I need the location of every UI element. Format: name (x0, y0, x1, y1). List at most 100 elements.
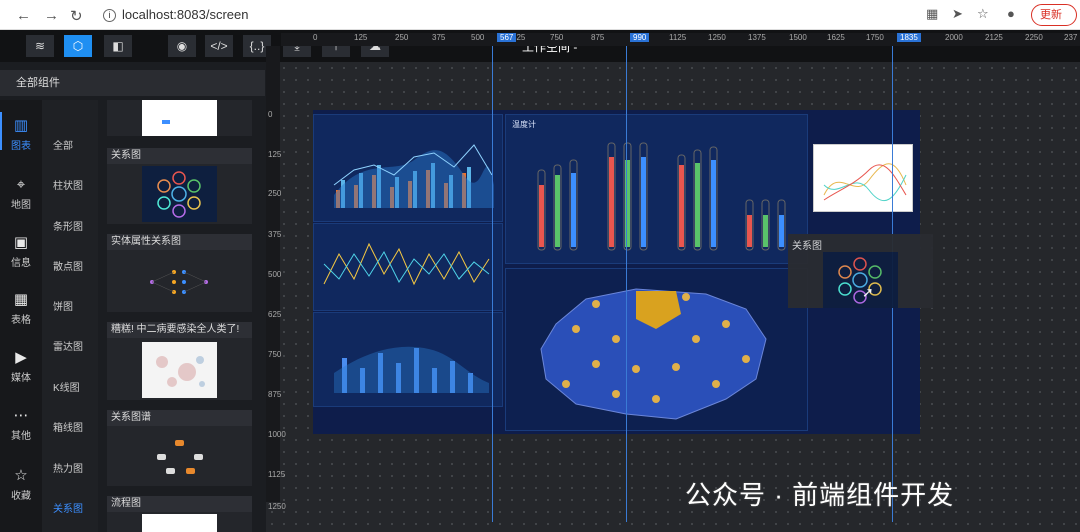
nav-info[interactable]: ▣ 信息 (0, 233, 42, 269)
ruler-tick: 1625 (827, 33, 845, 42)
media-icon: ▶ (15, 349, 27, 366)
component-card-graph[interactable]: 关系图谱 (107, 410, 252, 486)
vertical-guide[interactable] (492, 46, 493, 522)
ruler-tick: 2125 (985, 33, 1003, 42)
ruler-tick: 750 (268, 350, 282, 359)
component-card-relation[interactable]: 关系图 (107, 148, 252, 224)
category-list: 全部 柱状图 条形图 散点图 饼图 雷达图 K线图 箱线图 热力图 关系图 (42, 100, 98, 532)
ruler-tick: 750 (550, 33, 564, 42)
panel-toggle-button[interactable]: ◧ (104, 35, 132, 57)
category-item[interactable]: 箱线图 (53, 419, 83, 434)
components-button[interactable]: ⬡ (64, 35, 92, 57)
npm-thumb (142, 342, 217, 398)
cube-icon: ⬡ (72, 39, 84, 53)
thumb-preview (142, 100, 217, 136)
map-widget[interactable] (505, 268, 808, 431)
horizontal-ruler[interactable]: 0 125 250 375 500 625 750 875 1125 1250 … (281, 33, 1080, 46)
nav-map[interactable]: ⌖ 地图 (0, 176, 42, 211)
guide-marker[interactable]: 990 (630, 33, 650, 42)
nav-favorite[interactable]: ☆ 收藏 (0, 466, 42, 502)
code-button[interactable]: </> (205, 35, 233, 57)
component-card-npm[interactable]: 糟糕! 中二病要感染全人类了! (107, 322, 252, 400)
entity-thumb (150, 270, 208, 294)
component-thumbnails: 关系图 实体属性关系图 糟糕! 中二病要感染全人类了! 关系图谱 流程图 (100, 100, 266, 532)
ruler-tick: 1500 (789, 33, 807, 42)
category-item[interactable]: 雷达图 (53, 338, 83, 353)
layers-button[interactable]: ≋ (26, 35, 54, 57)
update-button[interactable]: 更新 ⋮ (1031, 4, 1077, 41)
info-icon[interactable]: i (103, 9, 116, 22)
nav-label: 地图 (11, 200, 31, 211)
ruler-tick: 1125 (669, 33, 687, 42)
cursor-icon: ➚ (862, 284, 874, 300)
nav-other[interactable]: ⋯ 其他 (0, 406, 42, 442)
multi-line-widget[interactable] (313, 223, 503, 311)
category-item[interactable]: 柱状图 (53, 177, 83, 192)
multi-line-chart (323, 242, 490, 286)
component-card-flow[interactable]: 流程图 (107, 496, 252, 532)
reload-icon[interactable]: ↻ (70, 7, 83, 25)
nav-label: 表格 (11, 315, 31, 326)
icon-nav: ▥ 图表 ⌖ 地图 ▣ 信息 ▦ 表格 ▶ 媒体 ⋯ 其他 ☆ 收藏 (0, 100, 42, 532)
profile-icon[interactable]: ● (1007, 6, 1015, 21)
send-icon[interactable]: ➤ (952, 6, 963, 22)
watermark: 公众号 · 前端组件开发 (685, 480, 955, 510)
category-item[interactable]: 全部 (53, 137, 73, 152)
vertical-ruler[interactable]: 0 125 250 375 500 625 750 875 1000 1125 … (266, 46, 286, 511)
bar-area-widget[interactable] (313, 312, 503, 407)
selected-line-widget[interactable] (813, 144, 913, 212)
drag-preview[interactable]: 关系图 ➚ (788, 234, 933, 308)
ruler-tick: 375 (268, 230, 282, 239)
ruler-tick: 1250 (268, 502, 286, 511)
ruler-tick: 1250 (708, 33, 726, 42)
bar-line-widget[interactable] (313, 114, 503, 222)
component-card[interactable] (107, 100, 252, 136)
ruler-tick: 1375 (748, 33, 766, 42)
translate-icon[interactable]: ▦ (926, 6, 938, 22)
preview-button[interactable]: ◉ (168, 35, 196, 57)
guide-marker[interactable]: 1835 (897, 33, 921, 42)
star-icon[interactable]: ☆ (977, 6, 989, 22)
panel-icon: ◧ (112, 39, 124, 53)
ruler-tick: 1000 (268, 430, 286, 439)
thermometer-widget[interactable]: 温度计 (505, 114, 808, 264)
ruler-tick: 125 (268, 150, 282, 159)
thumb-preview (142, 514, 217, 532)
ruler-tick: 0 (313, 33, 318, 42)
star-icon: ☆ (14, 467, 28, 484)
nav-label: 其他 (11, 431, 31, 442)
category-item[interactable]: 饼图 (53, 298, 73, 313)
category-item[interactable]: K线图 (53, 379, 80, 394)
category-item[interactable]: 热力图 (53, 460, 83, 475)
ruler-tick: 1750 (866, 33, 884, 42)
vertical-guide[interactable] (626, 46, 627, 522)
eye-icon: ◉ (176, 39, 188, 53)
bar-line-chart (333, 144, 494, 208)
bar-area-chart (334, 346, 489, 393)
address-bar[interactable]: i localhost:8083/screen (103, 7, 248, 22)
code-icon: </> (210, 39, 228, 53)
braces-icon: {..} (249, 39, 265, 53)
guide-marker[interactable]: 567 (497, 33, 517, 42)
update-label: 更新 (1040, 9, 1062, 21)
category-item[interactable]: 散点图 (53, 258, 83, 273)
nav-table[interactable]: ▦ 表格 (0, 290, 42, 326)
ruler-tick: 0 (268, 110, 273, 119)
ruler-tick: 1125 (268, 470, 286, 479)
nav-label: 媒体 (11, 373, 31, 384)
table-icon: ▦ (13, 291, 29, 308)
back-icon[interactable]: ← (16, 7, 31, 24)
ruler-tick: 2000 (945, 33, 963, 42)
nav-media[interactable]: ▶ 媒体 (0, 348, 42, 384)
card-title: 关系图谱 (107, 410, 252, 426)
category-item[interactable]: 条形图 (53, 218, 83, 233)
component-card-entity[interactable]: 实体属性关系图 (107, 234, 252, 312)
url-text: localhost:8083/screen (122, 7, 249, 22)
graph-thumb (157, 440, 203, 474)
ruler-tick: 875 (591, 33, 605, 42)
forward-icon[interactable]: → (44, 7, 59, 24)
category-item-active[interactable]: 关系图 (53, 500, 83, 515)
nav-label: 信息 (11, 258, 31, 269)
layers-icon: ≋ (34, 39, 46, 53)
nav-chart[interactable]: ▥ 图表 (0, 112, 42, 152)
